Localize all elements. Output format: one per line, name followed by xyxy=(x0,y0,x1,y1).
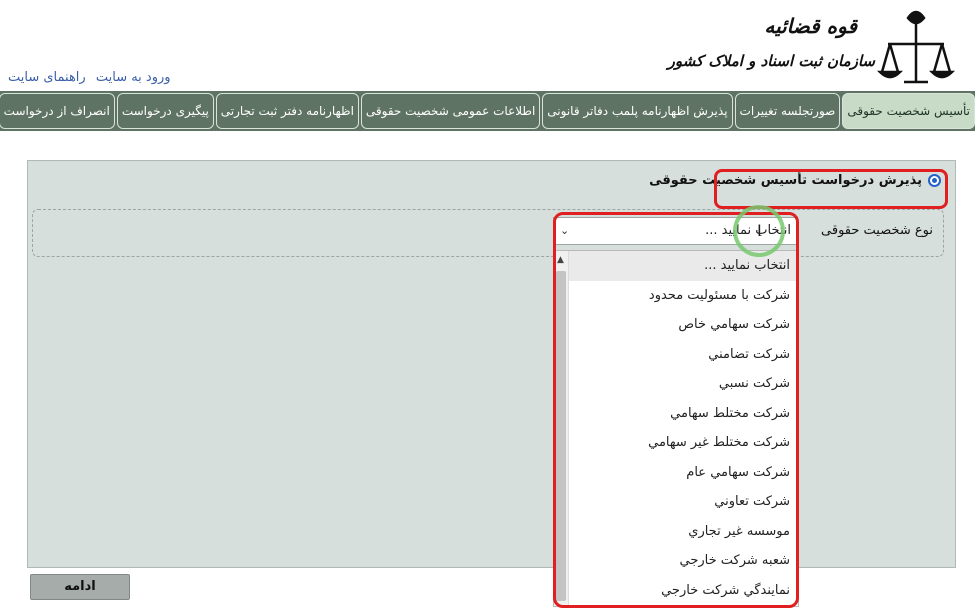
judiciary-emblem-icon xyxy=(876,10,956,84)
entity-type-field-group xyxy=(32,209,944,257)
chevron-down-icon: ⌄ xyxy=(560,224,570,237)
tab-change-minutes[interactable]: صورتجلسه تغییرات xyxy=(734,93,841,129)
option-public-joint-stock[interactable]: شرکت سهامي عام xyxy=(554,458,798,488)
continue-button[interactable]: ادامه xyxy=(30,574,130,600)
scrollbar-thumb[interactable] xyxy=(556,271,566,601)
form-panel: پذیرش درخواست تأسیس شخصیت حقوقی نوع شخصی… xyxy=(27,160,956,568)
entity-type-label: نوع شخصیت حقوقی xyxy=(821,223,933,238)
site-help-link[interactable]: راهنمای سایت xyxy=(8,70,86,85)
tab-track-request[interactable]: پیگیری درخواست xyxy=(116,93,214,129)
option-cooperative[interactable]: شرکت تعاوني xyxy=(554,487,798,517)
logo-title: قوه قضائیه xyxy=(764,14,857,38)
option-mixed-joint-stock[interactable]: شرکت مختلط سهامي xyxy=(554,399,798,429)
page: قوه قضائیه سازمان ثبت اسناد و املاک کشور… xyxy=(0,0,975,610)
main-navbar: تأسیس شخصیت حقوقی صورتجلسه تغییرات پذیرش… xyxy=(0,91,975,131)
dropdown-scrollbar[interactable]: ▲ xyxy=(554,251,569,606)
option-general-partnership[interactable]: شرکت تضامني xyxy=(554,340,798,370)
entity-type-options-list[interactable]: ▲ انتخاب نمایید ... شرکت با مسئولیت محدو… xyxy=(553,250,799,607)
option-proportional-liability[interactable]: شرکت نسبي xyxy=(554,369,798,399)
tab-establish-legal-entity[interactable]: تأسیس شخصیت حقوقی xyxy=(842,93,975,129)
tab-cancel-request[interactable]: انصراف از درخواست xyxy=(0,93,115,129)
tab-legal-books-sealing[interactable]: پذیرش اظهارنامه پلمب دفاتر قانونی xyxy=(542,93,733,129)
login-link[interactable]: ورود به سایت xyxy=(96,70,171,85)
option-llc[interactable]: شرکت با مسئولیت محدود xyxy=(554,281,798,311)
top-links: ورود به سایت راهنمای سایت xyxy=(5,70,174,85)
tab-commercial-register-declaration[interactable]: اظهارنامه دفتر ثبت تجارتی xyxy=(215,93,359,129)
logo-subtitle: سازمان ثبت اسناد و املاک کشور xyxy=(667,52,875,70)
option-mixed-non-joint-stock[interactable]: شرکت مختلط غير سهامي xyxy=(554,428,798,458)
option-foreign-company-representative[interactable]: نمايندگي شرکت خارجي xyxy=(554,576,798,606)
scroll-up-icon[interactable]: ▲ xyxy=(557,255,564,265)
entity-type-select[interactable]: انتخاب نمایید ... ⌄ xyxy=(553,217,798,245)
option-private-joint-stock[interactable]: شرکت سهامي خاص xyxy=(554,310,798,340)
nav-tabs: تأسیس شخصیت حقوقی صورتجلسه تغییرات پذیرش… xyxy=(0,93,975,129)
option-placeholder[interactable]: انتخاب نمایید ... xyxy=(554,251,798,281)
tab-entity-general-info[interactable]: اطلاعات عمومی شخصیت حقوقی xyxy=(360,93,541,129)
select-value: انتخاب نمایید ... xyxy=(705,223,791,238)
option-non-commercial-institute[interactable]: موسسه غير تجاري xyxy=(554,517,798,547)
option-foreign-company-branch[interactable]: شعبه شرکت خارجي xyxy=(554,546,798,576)
highlight-box-radio xyxy=(714,169,948,209)
